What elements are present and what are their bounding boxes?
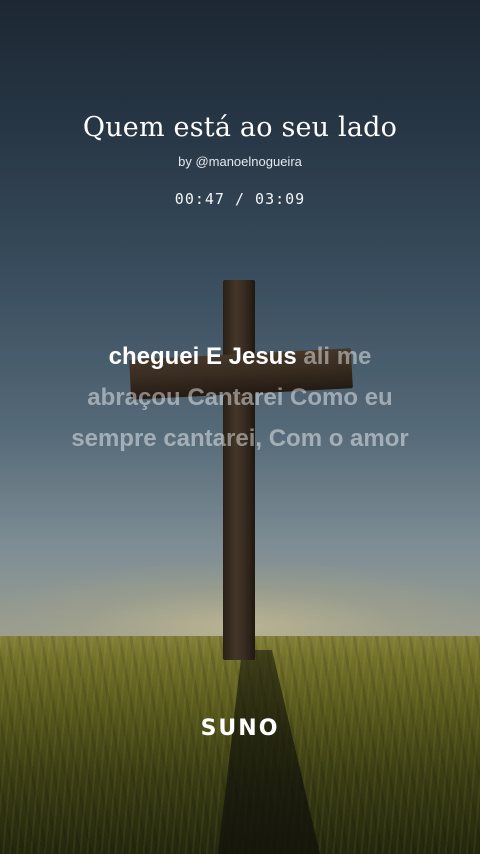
- lyric-line-1: cheguei E Jesus ali me: [30, 336, 450, 377]
- suno-logo: SUNO: [200, 716, 280, 741]
- lyric-sung-text: cheguei E Jesus: [108, 343, 297, 370]
- lyrics-block: cheguei E Jesus ali me abraçou Cantarei …: [30, 336, 450, 459]
- song-title: Quem está ao seu lado: [82, 112, 398, 143]
- lyric-upcoming-text: ali me: [296, 343, 372, 370]
- playback-time: 00:47 / 03:09: [174, 190, 306, 208]
- lyric-line-3: sempre cantarei, Com o amor: [71, 425, 409, 452]
- lyric-line-2: abraçou Cantarei Como eu: [87, 384, 393, 411]
- song-author: by @manoelnogueira: [178, 154, 302, 169]
